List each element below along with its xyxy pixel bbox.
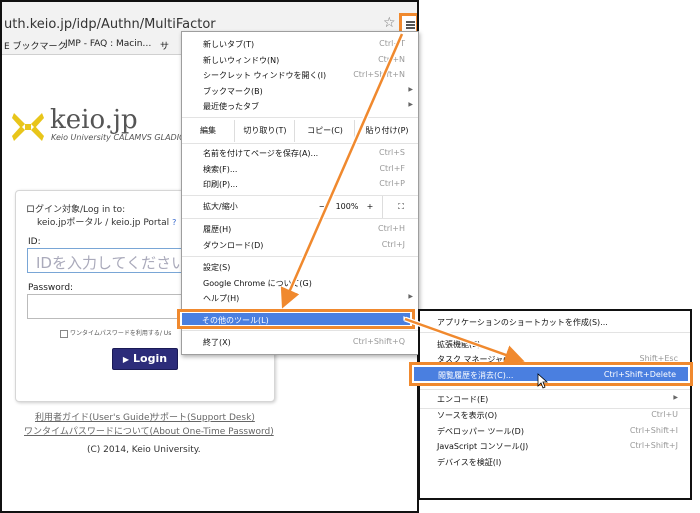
menu-item-history[interactable]: 履歴(H) Ctrl+H xyxy=(182,221,418,236)
id-input[interactable]: IDを入力してください xyxy=(27,248,207,273)
menu-item-bookmarks[interactable]: ブックマーク(B) ▶ xyxy=(182,83,418,98)
divider xyxy=(420,389,690,390)
copy-button[interactable]: コピー(C) xyxy=(294,120,355,142)
chevron-right-icon: ▶ xyxy=(408,101,413,108)
cut-button[interactable]: 切り取り(T) xyxy=(234,120,295,142)
menu-item-more-tools[interactable]: その他のツール(L) ▶ xyxy=(177,309,415,329)
menu-item-about-chrome[interactable]: Google Chrome について(G) xyxy=(182,275,418,290)
menu-item-inspect-devices[interactable]: デバイスを検証(I) xyxy=(420,454,690,469)
menu-item-js-console[interactable]: JavaScript コンソール(J) Ctrl+Shift+J xyxy=(420,438,690,453)
copyright: (C) 2014, Keio University. xyxy=(87,445,201,455)
login-portal-text: keio.jpポータル / keio.jp Portal ? xyxy=(37,215,176,228)
users-guide-link[interactable]: 利用者ガイド(User's Guide) xyxy=(35,410,153,423)
menu-item-downloads[interactable]: ダウンロード(D) Ctrl+J xyxy=(182,237,418,252)
menu-item-help[interactable]: ヘルプ(H) ▶ xyxy=(182,290,418,305)
zoom-row: 拡大/縮小 − 100% + ⛶ xyxy=(182,196,418,218)
chevron-right-icon: ▶ xyxy=(408,293,413,300)
portal-name: keio.jpポータル / keio.jp Portal xyxy=(37,218,170,228)
hamburger-icon xyxy=(406,21,415,29)
zoom-label: 拡大/縮小 xyxy=(203,202,238,211)
site-logo-subtitle: Keio University CALAMVS GLADIO xyxy=(51,133,186,142)
bookmark-star-icon[interactable]: ☆ xyxy=(383,15,396,31)
login-button[interactable]: ▶ Login xyxy=(112,348,178,370)
site-logo-text: keio.jp xyxy=(50,105,138,135)
divider xyxy=(182,117,418,118)
menu-item-save-page[interactable]: 名前を付けてページを保存(A)... Ctrl+S xyxy=(182,145,418,160)
chevron-right-icon: ▶ xyxy=(403,315,408,322)
menu-item-exit[interactable]: 終了(X) Ctrl+Shift+Q xyxy=(182,334,418,349)
bookmark-item[interactable]: JMP - FAQ : Macin… xyxy=(65,39,151,49)
clear-data-shortcut: Ctrl+Shift+Delete xyxy=(603,370,676,379)
menu-item-recent-tabs[interactable]: 最近使ったタブ ▶ xyxy=(182,98,418,113)
chevron-right-icon: ▶ xyxy=(408,86,413,93)
login-button-label: Login xyxy=(133,352,168,365)
checkbox-icon[interactable] xyxy=(60,329,68,338)
keio-logo-icon xyxy=(12,113,44,141)
edit-row: 編集 切り取り(T) コピー(C) 貼り付け(P) xyxy=(182,120,418,142)
divider xyxy=(420,332,690,333)
edit-label: 編集 xyxy=(200,126,216,135)
menu-item-new-window[interactable]: 新しいウィンドウ(N) Ctrl+N xyxy=(182,52,418,67)
url-text[interactable]: uth.keio.jp/idp/Authn/MultiFactor xyxy=(4,17,216,32)
more-tools-label: その他のツール(L) xyxy=(202,316,269,325)
help-icon[interactable]: ? xyxy=(172,218,176,227)
chevron-right-icon: ▶ xyxy=(673,394,678,401)
menu-item-dev-tools[interactable]: デベロッパー ツール(D) Ctrl+Shift+I xyxy=(420,423,690,438)
one-time-password-link[interactable]: ワンタイムパスワードについて(About One-Time Password) xyxy=(24,424,274,437)
divider xyxy=(182,143,418,144)
menu-item-incognito[interactable]: シークレット ウィンドウを開く(I) Ctrl+Shift+N xyxy=(182,67,418,82)
chrome-menu: 新しいタブ(T) Ctrl+T 新しいウィンドウ(N) Ctrl+N シークレット … xyxy=(181,31,419,355)
divider xyxy=(182,256,418,257)
password-label: Password: xyxy=(28,283,74,293)
login-target-label: ログイン対象/Log in to: xyxy=(26,205,126,215)
menu-item-new-tab[interactable]: 新しいタブ(T) Ctrl+T xyxy=(182,36,418,51)
menu-item-view-source[interactable]: ソースを表示(O) Ctrl+U xyxy=(420,407,690,422)
menu-item-print[interactable]: 印刷(P)... Ctrl+P xyxy=(182,176,418,191)
menu-item-encoding[interactable]: エンコード(E) ▶ xyxy=(420,391,690,406)
divider xyxy=(182,218,418,219)
play-icon: ▶ xyxy=(122,355,130,364)
menu-item-settings[interactable]: 設定(S) xyxy=(182,259,418,274)
otp-checkbox-label: ワンタイムパスワードを利用する/ Us xyxy=(70,330,172,337)
otp-checkbox[interactable]: ワンタイムパスワードを利用する/ Us xyxy=(60,328,171,338)
menu-item-create-shortcut[interactable]: アプリケーションのショートカットを作成(S)... xyxy=(420,314,690,329)
support-link[interactable]: サポート(Support Desk) xyxy=(151,410,255,423)
paste-button[interactable]: 貼り付け(P) xyxy=(354,120,419,142)
bookmark-item[interactable]: E ブックマーク xyxy=(4,39,67,52)
zoom-in-button[interactable]: + xyxy=(362,196,378,218)
bookmark-item[interactable]: サ xyxy=(160,39,169,52)
clear-data-label: 閲覧履歴を消去(C)... xyxy=(438,371,514,380)
menu-item-find[interactable]: 検索(F)... Ctrl+F xyxy=(182,161,418,176)
more-tools-submenu: アプリケーションのショートカットを作成(S)... 拡張機能(E) タスク マネ… xyxy=(418,309,692,500)
zoom-value: 100% xyxy=(335,202,359,211)
id-label: ID: xyxy=(28,237,41,247)
menu-item-clear-browsing-data[interactable]: 閲覧履歴を消去(C)... Ctrl+Shift+Delete xyxy=(409,362,693,386)
zoom-out-button[interactable]: − xyxy=(312,196,332,218)
menu-item-extensions[interactable]: 拡張機能(E) xyxy=(420,336,690,351)
fullscreen-icon[interactable]: ⛶ xyxy=(382,196,419,218)
divider xyxy=(182,330,418,331)
